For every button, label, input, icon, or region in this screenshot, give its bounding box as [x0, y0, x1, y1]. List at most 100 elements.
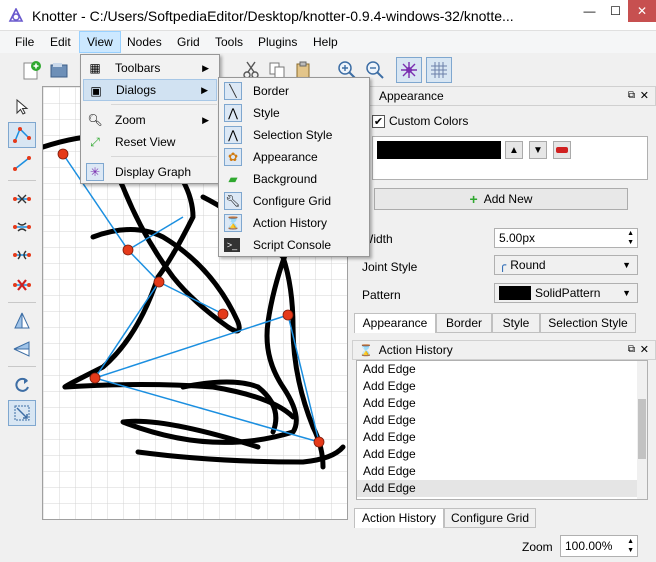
selection-style-icon: ⋀: [224, 126, 242, 144]
edge-type-inverted-button[interactable]: [8, 242, 36, 268]
pattern-label: Pattern: [362, 288, 401, 302]
menu-file[interactable]: File: [8, 31, 41, 53]
history-row[interactable]: Add Edge: [357, 446, 647, 463]
toolbar-separator: [8, 302, 36, 303]
graph-node[interactable]: [122, 244, 134, 256]
float-panel-icon[interactable]: ⧉: [628, 90, 635, 101]
history-row[interactable]: Add Edge: [357, 412, 647, 429]
minimize-button[interactable]: —: [576, 0, 603, 22]
history-list[interactable]: Add Edge Add Edge Add Edge Add Edge Add Edge…: [356, 360, 648, 500]
menu-item-appearance[interactable]: ✿ Appearance: [221, 146, 367, 168]
right-dock: Appearance ⧉ ✕ ✔ Custom Colors ▲ ▼ + Add…: [352, 86, 656, 532]
edge-type-cross-button[interactable]: [8, 186, 36, 212]
submenu-arrow-icon: ▶: [201, 84, 208, 95]
menu-item-dialogs[interactable]: ▣ Dialogs ▶: [83, 79, 217, 101]
spin-arrows-icon[interactable]: ▲ ▼: [627, 229, 634, 247]
move-color-down-button[interactable]: ▼: [529, 141, 547, 159]
chevron-down-icon: ▼: [622, 288, 631, 298]
menu-item-selection-style[interactable]: ⋀ Selection Style: [221, 124, 367, 146]
scale-icon: [14, 405, 30, 421]
color-list[interactable]: ▲ ▼: [372, 136, 648, 180]
tab-configure-grid[interactable]: Configure Grid: [444, 508, 536, 528]
history-scrollbar[interactable]: [637, 361, 647, 499]
display-graph-toggle[interactable]: [396, 57, 422, 83]
appearance-tabbar: Appearance Border Style Selection Style: [354, 313, 654, 333]
graph-node[interactable]: [217, 308, 229, 320]
menu-tools[interactable]: Tools: [208, 31, 250, 53]
menu-item-display-graph[interactable]: ✳ Display Graph: [83, 161, 217, 183]
toggle-grid-button[interactable]: [426, 57, 452, 83]
edge-type-wall-button[interactable]: [8, 214, 36, 240]
tab-selection-style[interactable]: Selection Style: [540, 313, 636, 333]
joint-style-label: Joint Style: [362, 260, 418, 274]
move-color-up-button[interactable]: ▲: [505, 141, 523, 159]
menu-item-reset-view[interactable]: ⤢ Reset View: [83, 131, 217, 153]
close-panel-icon[interactable]: ✕: [640, 343, 649, 356]
menu-help[interactable]: Help: [306, 31, 345, 53]
close-button[interactable]: ✕: [628, 0, 656, 22]
configure-grid-icon: 🔧︎: [224, 192, 242, 210]
history-row[interactable]: Add Edge: [357, 361, 647, 378]
scrollbar-thumb[interactable]: [638, 399, 646, 459]
edge-icon: [13, 156, 31, 171]
open-file-button[interactable]: [46, 57, 72, 83]
toolbar-separator: [8, 180, 36, 181]
add-new-color-button[interactable]: + Add New: [374, 188, 628, 210]
history-panel-title: Action History: [378, 343, 453, 357]
menu-plugins[interactable]: Plugins: [251, 31, 304, 53]
graph-node[interactable]: [57, 148, 69, 160]
tab-appearance[interactable]: Appearance: [354, 313, 436, 333]
tab-action-history[interactable]: Action History: [354, 508, 444, 528]
zoom-spinbox[interactable]: 100.00% ▲ ▼: [560, 535, 638, 557]
flip-horizontal-button[interactable]: [8, 336, 36, 362]
width-spinbox[interactable]: 5.00px ▲ ▼: [494, 228, 638, 248]
menu-item-action-history[interactable]: ⌛ Action History: [221, 212, 367, 234]
custom-colors-checkbox[interactable]: ✔: [372, 114, 385, 128]
joint-style-dropdown[interactable]: ╭ Round ▼: [494, 255, 638, 275]
menu-item-background[interactable]: ▰ Background: [221, 168, 367, 190]
menu-item-script-console[interactable]: >_ Script Console: [221, 234, 367, 256]
flip-vertical-button[interactable]: [8, 308, 36, 334]
pattern-value: SolidPattern: [535, 286, 601, 300]
edge-wall-icon: [13, 222, 31, 232]
menu-separator: [111, 104, 217, 105]
menu-grid[interactable]: Grid: [170, 31, 207, 53]
edge-mode-button[interactable]: [8, 150, 36, 176]
remove-color-button[interactable]: [553, 141, 571, 159]
history-row[interactable]: Add Edge: [357, 463, 647, 480]
graph-node[interactable]: [89, 372, 101, 384]
erase-edge-button[interactable]: [8, 272, 36, 298]
close-panel-icon[interactable]: ✕: [640, 89, 649, 102]
scale-button[interactable]: [8, 400, 36, 426]
new-file-button[interactable]: [18, 57, 44, 83]
menu-item-style[interactable]: ⋀ Style: [221, 102, 367, 124]
color-swatch[interactable]: [377, 141, 501, 159]
float-panel-icon[interactable]: ⧉: [628, 344, 635, 355]
menu-nodes[interactable]: Nodes: [120, 31, 169, 53]
tab-style[interactable]: Style: [492, 313, 540, 333]
select-mode-button[interactable]: [8, 94, 36, 120]
rotate-button[interactable]: [8, 372, 36, 398]
submenu-arrow-icon: ▶: [202, 62, 209, 73]
menu-view[interactable]: View: [79, 31, 121, 53]
pattern-dropdown[interactable]: SolidPattern ▼: [494, 283, 638, 303]
history-row[interactable]: Add Edge: [357, 480, 647, 497]
graph-node[interactable]: [282, 309, 294, 321]
menu-item-configure-grid[interactable]: 🔧︎ Configure Grid: [221, 190, 367, 212]
tab-border[interactable]: Border: [436, 313, 492, 333]
dialogs-submenu: ╲ Border ⋀ Style ⋀ Selection Style ✿ App…: [218, 77, 370, 257]
history-row[interactable]: Add Edge: [357, 378, 647, 395]
history-panel-header: ⌛ Action History ⧉ ✕: [352, 340, 656, 360]
edge-chain-mode-button[interactable]: [8, 122, 36, 148]
graph-node[interactable]: [153, 276, 165, 288]
history-row[interactable]: Add Edge: [357, 395, 647, 412]
menu-item-border[interactable]: ╲ Border: [221, 80, 367, 102]
menu-edit[interactable]: Edit: [43, 31, 78, 53]
menu-item-zoom[interactable]: 🔍︎ Zoom ▶: [83, 109, 217, 131]
graph-node[interactable]: [313, 436, 325, 448]
maximize-button[interactable]: ☐: [602, 0, 629, 22]
menu-item-toolbars[interactable]: ▦ Toolbars ▶: [83, 57, 217, 79]
history-row[interactable]: Add Edge: [357, 429, 647, 446]
spin-arrows-icon[interactable]: ▲ ▼: [627, 537, 634, 555]
style-icon: ⋀: [224, 104, 242, 122]
